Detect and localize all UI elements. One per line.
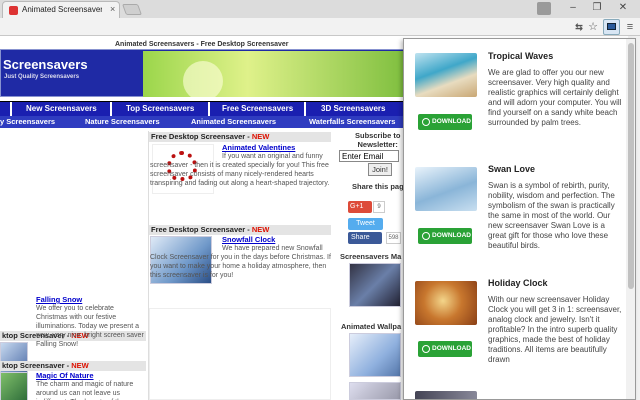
tab-title: Animated Screensavers - xyxy=(22,5,102,14)
site-logo[interactable]: Screensavers xyxy=(3,57,88,72)
card-description: We have prepared new Snowfall Clock Scre… xyxy=(150,245,331,279)
subscribe-label: Subscribe to Newsletter: xyxy=(355,131,401,149)
join-button[interactable]: Join! xyxy=(368,163,392,176)
download-button[interactable]: DOWNLOAD xyxy=(418,228,472,244)
card-description: The charm and magic of nature around us … xyxy=(36,381,134,400)
swan-love-thumbnail[interactable] xyxy=(415,167,477,211)
magic-of-nature-thumbnail[interactable] xyxy=(0,372,28,400)
empty-card xyxy=(149,308,331,400)
banner-image xyxy=(143,51,405,97)
section-header: Free Desktop Screensaver - NEW xyxy=(149,225,331,235)
email-field[interactable]: Enter Email xyxy=(339,150,399,162)
nav-new-screensavers[interactable]: New Screensavers xyxy=(26,104,97,113)
subnav-animated[interactable]: Animated Screensavers xyxy=(191,117,276,126)
mac-screensaver-thumbnail[interactable] xyxy=(349,263,401,307)
nav-top-screensavers[interactable]: Top Screensavers xyxy=(126,104,194,113)
extension-popup: Tropical Waves We are glad to offer you … xyxy=(403,38,636,400)
next-item-thumbnail[interactable] xyxy=(415,391,477,399)
holiday-clock-thumbnail[interactable] xyxy=(415,281,477,325)
tab-close-icon[interactable]: × xyxy=(110,4,115,14)
site-banner[interactable]: Screensavers Just Quality Screensavers xyxy=(0,49,405,97)
minimize-button[interactable]: – xyxy=(562,2,584,15)
mac-screensavers-label: Screensavers Ma xyxy=(340,252,402,261)
nav-3d-screensavers[interactable]: 3D Screensavers xyxy=(321,104,386,113)
star-icon[interactable]: ☆ xyxy=(586,20,600,34)
animated-wallpapers-label: Animated Wallpa xyxy=(341,322,402,331)
card-description: If you want an original and funny screen… xyxy=(150,153,330,187)
extension-icon[interactable] xyxy=(603,19,620,35)
site-tagline: Animated Screensavers - Free Desktop Scr… xyxy=(115,41,289,48)
nav-free-screensavers[interactable]: Free Screensavers xyxy=(222,104,293,113)
new-badge: NEW xyxy=(251,225,270,234)
main-nav: New Screensavers Top Screensavers Free S… xyxy=(0,101,405,117)
google-plus-count: 9 xyxy=(373,201,385,213)
google-plus-button[interactable]: G+1 xyxy=(348,201,372,213)
section-header: ktop Screensaver - NEW xyxy=(0,361,146,371)
card-title-link[interactable]: Falling Snow xyxy=(36,295,82,304)
sub-nav: y Screensavers Nature Screensavers Anima… xyxy=(0,116,405,128)
section-header: Free Desktop Screensaver - NEW xyxy=(149,132,331,142)
menu-icon[interactable]: ≡ xyxy=(623,20,637,34)
favicon-icon xyxy=(9,6,18,15)
translate-icon[interactable]: ⇆ xyxy=(572,20,586,34)
popup-item-title[interactable]: Swan Love xyxy=(488,164,535,174)
restore-button[interactable]: ❐ xyxy=(586,2,608,15)
popup-item-title[interactable]: Holiday Clock xyxy=(488,278,548,288)
browser-toolbar xyxy=(0,18,640,36)
popup-scrollbar-thumb[interactable] xyxy=(628,43,634,289)
wallpaper-thumbnail[interactable] xyxy=(349,382,401,400)
card-description: We offer you to celebrate Christmas with… xyxy=(36,305,144,348)
card-title-link[interactable]: Snowfall Clock xyxy=(222,235,275,244)
download-button[interactable]: DOWNLOAD xyxy=(418,341,472,357)
wallpaper-thumbnail[interactable] xyxy=(349,333,401,377)
facebook-share-count: 598 xyxy=(386,232,401,244)
subnav-nature[interactable]: Nature Screensavers xyxy=(85,117,160,126)
card-title-link[interactable]: Animated Valentines xyxy=(222,143,295,152)
profile-icon[interactable] xyxy=(537,2,551,15)
share-label: Share this pag xyxy=(352,182,404,191)
popup-item-description: With our new screensaver Holiday Clock y… xyxy=(488,295,622,364)
subnav-waterfalls[interactable]: Waterfalls Screensavers xyxy=(309,117,395,126)
popup-item-description: We are glad to offer you our new screens… xyxy=(488,68,622,127)
browser-tab[interactable]: Animated Screensavers - × xyxy=(2,1,120,18)
card-title-link[interactable]: Magic Of Nature xyxy=(36,371,94,380)
site-logo-subtitle: Just Quality Screensavers xyxy=(4,74,80,80)
new-badge: NEW xyxy=(71,361,89,370)
download-button[interactable]: DOWNLOAD xyxy=(418,114,472,130)
new-badge: NEW xyxy=(251,132,270,141)
popup-item-description: Swan is a symbol of rebirth, purity, nob… xyxy=(488,181,615,250)
popup-item-title[interactable]: Tropical Waves xyxy=(488,51,553,61)
tropical-waves-thumbnail[interactable] xyxy=(415,53,477,97)
facebook-share-button[interactable]: Share xyxy=(348,232,382,244)
tweet-button[interactable]: Tweet xyxy=(348,218,383,230)
close-window-button[interactable]: ✕ xyxy=(612,2,634,15)
subnav-item[interactable]: y Screensavers xyxy=(0,117,55,126)
